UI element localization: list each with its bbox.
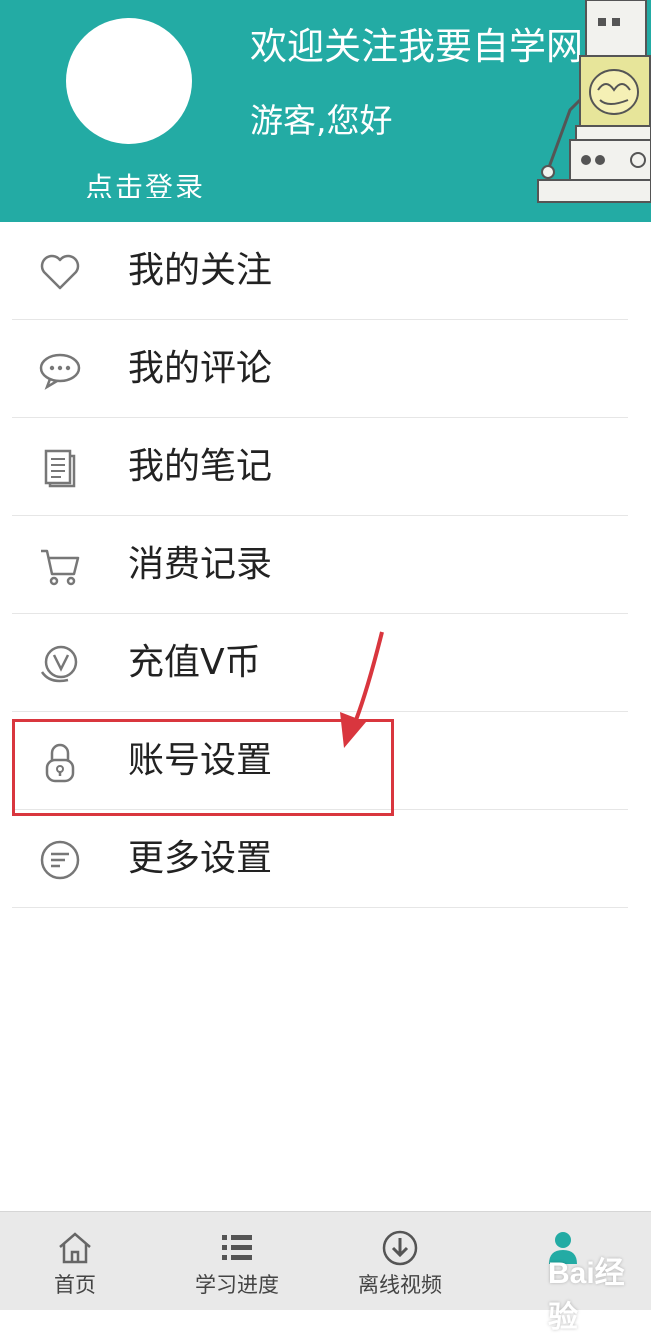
menu-item-label: 消费记录 [128, 544, 273, 585]
comment-icon [39, 353, 81, 390]
home-icon [59, 1232, 91, 1264]
menu-item-more-settings[interactable]: 更多设置 [12, 810, 628, 908]
download-icon [382, 1230, 418, 1266]
heart-icon [40, 254, 80, 290]
tab-study-progress[interactable]: 学习进度 [162, 1212, 312, 1310]
profile-header: 点击登录 欢迎关注我要自学网 游客,您好 [0, 0, 651, 222]
menu-item-purchase-history[interactable]: 消费记录 [12, 516, 628, 614]
avatar[interactable] [66, 18, 192, 144]
tab-label: 离线视频 [358, 1273, 442, 1297]
watermark-text: Bai经验 [548, 1257, 625, 1334]
menu-item-my-follows[interactable]: 我的关注 [12, 222, 628, 320]
menu-item-label: 我的关注 [128, 250, 273, 291]
menu-item-label: 我的笔记 [128, 446, 273, 487]
menu-item-label: 更多设置 [128, 838, 273, 879]
tab-home[interactable]: 首页 [0, 1212, 150, 1310]
more-settings-icon [40, 840, 80, 880]
login-link[interactable]: 点击登录 [70, 168, 220, 198]
robot-illustration-icon [537, 0, 651, 203]
tab-label: 首页 [54, 1273, 96, 1297]
menu-item-recharge[interactable]: 充值V币 [12, 614, 628, 712]
cart-icon [41, 549, 80, 586]
menu-item-label: 充值V币 [128, 642, 261, 683]
tab-offline-videos[interactable]: 离线视频 [325, 1212, 475, 1310]
recharge-coin-icon [40, 645, 78, 683]
guest-greeting: 游客,您好 [250, 101, 393, 140]
notes-icon [44, 449, 76, 488]
tab-label: 学习进度 [195, 1273, 279, 1297]
menu-item-my-comments[interactable]: 我的评论 [12, 320, 628, 418]
menu-item-my-notes[interactable]: 我的笔记 [12, 418, 628, 516]
menu-item-label: 我的评论 [128, 348, 273, 389]
annotation-arrow-icon [340, 631, 384, 748]
list-icon [222, 1235, 252, 1260]
